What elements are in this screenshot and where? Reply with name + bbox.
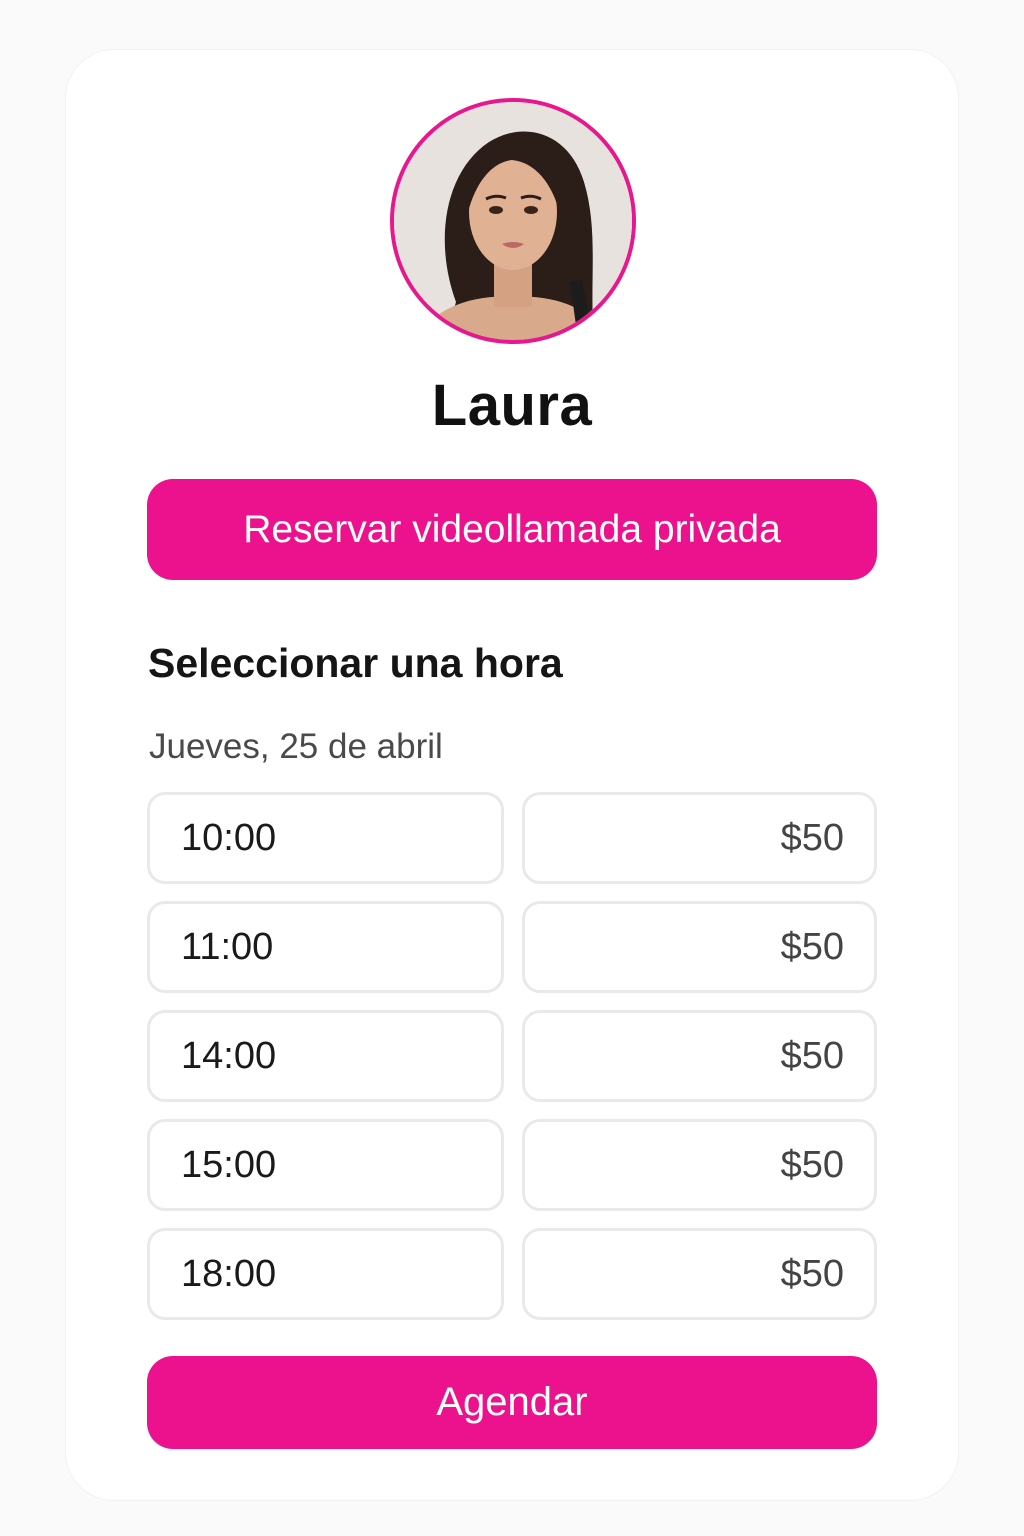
slot-price[interactable]: $50 (521, 901, 877, 993)
time-slot-row: 14:00 $50 (147, 1010, 877, 1102)
profile-photo-icon (394, 102, 632, 340)
time-slot-button[interactable]: 18:00 (147, 1228, 504, 1320)
select-time-heading: Seleccionar una hora (148, 640, 563, 686)
reserve-video-call-button[interactable]: Reservar videollamada privada (147, 479, 877, 580)
time-slot-button[interactable]: 14:00 (147, 1010, 504, 1102)
time-slot-row: 10:00 $50 (147, 792, 877, 884)
schedule-button[interactable]: Agendar (147, 1356, 877, 1449)
slot-price[interactable]: $50 (521, 1010, 877, 1102)
slot-price[interactable]: $50 (521, 1119, 877, 1211)
selected-date: Jueves, 25 de abril (149, 727, 443, 766)
time-slot-button[interactable]: 15:00 (147, 1119, 504, 1211)
slot-price[interactable]: $50 (521, 792, 877, 884)
profile-name: Laura (431, 373, 593, 438)
time-slot-row: 11:00 $50 (147, 901, 877, 993)
time-slot-row: 18:00 $50 (147, 1228, 877, 1320)
avatar (390, 98, 636, 344)
slot-price[interactable]: $50 (521, 1228, 877, 1320)
time-slot-row: 15:00 $50 (147, 1119, 877, 1211)
time-slot-list: 10:00 $50 11:00 $50 14:00 $50 15:00 $50 … (147, 792, 877, 1337)
time-slot-button[interactable]: 10:00 (147, 792, 504, 884)
time-slot-button[interactable]: 11:00 (147, 901, 504, 993)
